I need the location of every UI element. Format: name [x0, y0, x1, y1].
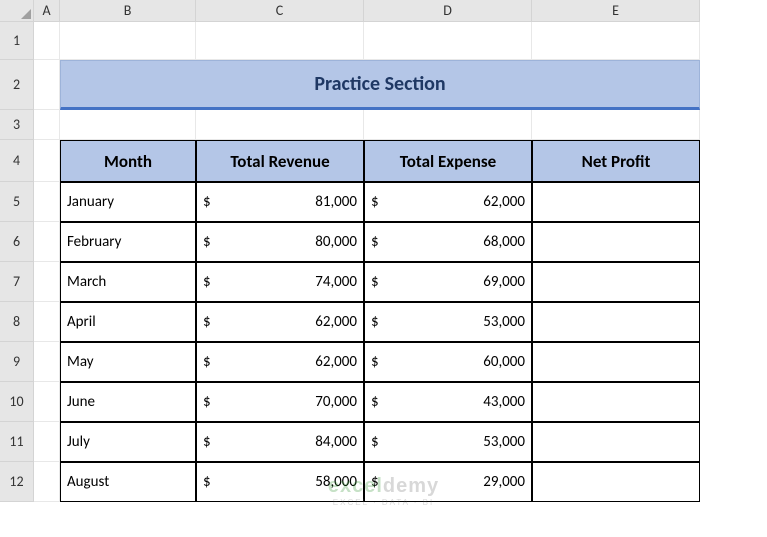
- row-header-3[interactable]: 3: [0, 110, 34, 140]
- cell-revenue-1[interactable]: $80,000: [196, 222, 364, 262]
- cell-profit-7[interactable]: [532, 462, 700, 502]
- cell-expense-2[interactable]: $69,000: [364, 262, 532, 302]
- cell-expense-6[interactable]: $53,000: [364, 422, 532, 462]
- row-header-11[interactable]: 11: [0, 422, 34, 462]
- cell-profit-6[interactable]: [532, 422, 700, 462]
- currency-symbol: $: [203, 273, 211, 291]
- cell-profit-5[interactable]: [532, 382, 700, 422]
- row-header-12[interactable]: 12: [0, 462, 34, 502]
- cell-expense-0[interactable]: $62,000: [364, 182, 532, 222]
- col-header-B[interactable]: B: [60, 0, 196, 22]
- cell-expense-5[interactable]: $43,000: [364, 382, 532, 422]
- row-header-7[interactable]: 7: [0, 262, 34, 302]
- cell-expense-3[interactable]: $53,000: [364, 302, 532, 342]
- row-header-4[interactable]: 4: [0, 140, 34, 182]
- cell-expense-7[interactable]: $29,000: [364, 462, 532, 502]
- currency-symbol: $: [203, 233, 211, 251]
- cell-A7[interactable]: [34, 262, 60, 302]
- cell-r3-c4[interactable]: [364, 110, 532, 140]
- cell-month-2[interactable]: March: [60, 262, 196, 302]
- cell-profit-3[interactable]: [532, 302, 700, 342]
- cell-A1[interactable]: [34, 22, 60, 60]
- cell-r3-c3[interactable]: [196, 110, 364, 140]
- currency-symbol: $: [203, 393, 211, 411]
- cell-profit-4[interactable]: [532, 342, 700, 382]
- cell-A6[interactable]: [34, 222, 60, 262]
- currency-symbol: $: [371, 313, 379, 331]
- cell-revenue-5[interactable]: $70,000: [196, 382, 364, 422]
- cell-r3-c5[interactable]: [532, 110, 700, 140]
- cell-month-7[interactable]: August: [60, 462, 196, 502]
- currency-symbol: $: [371, 473, 379, 491]
- col-header-D[interactable]: D: [364, 0, 532, 22]
- col-header-A[interactable]: A: [34, 0, 60, 22]
- cell-month-0[interactable]: January: [60, 182, 196, 222]
- row-header-10[interactable]: 10: [0, 382, 34, 422]
- currency-symbol: $: [371, 273, 379, 291]
- select-all-corner[interactable]: [0, 0, 34, 22]
- cell-A5[interactable]: [34, 182, 60, 222]
- cell-expense-1[interactable]: $68,000: [364, 222, 532, 262]
- currency-symbol: $: [371, 353, 379, 371]
- cell-r1-c4[interactable]: [364, 22, 532, 60]
- currency-symbol: $: [203, 353, 211, 371]
- cell-A2[interactable]: [34, 60, 60, 110]
- cell-r1-c5[interactable]: [532, 22, 700, 60]
- cell-A8[interactable]: [34, 302, 60, 342]
- cell-A11[interactable]: [34, 422, 60, 462]
- cell-month-5[interactable]: June: [60, 382, 196, 422]
- cell-month-4[interactable]: May: [60, 342, 196, 382]
- cell-revenue-3[interactable]: $62,000: [196, 302, 364, 342]
- header-revenue[interactable]: Total Revenue: [196, 140, 364, 182]
- cell-revenue-6[interactable]: $84,000: [196, 422, 364, 462]
- cell-month-6[interactable]: July: [60, 422, 196, 462]
- currency-symbol: $: [371, 193, 379, 211]
- cell-A9[interactable]: [34, 342, 60, 382]
- currency-symbol: $: [203, 313, 211, 331]
- cell-A10[interactable]: [34, 382, 60, 422]
- cell-A12[interactable]: [34, 462, 60, 502]
- row-header-9[interactable]: 9: [0, 342, 34, 382]
- currency-symbol: $: [203, 193, 211, 211]
- row-header-1[interactable]: 1: [0, 22, 34, 60]
- cell-r1-c2[interactable]: [60, 22, 196, 60]
- cell-revenue-4[interactable]: $62,000: [196, 342, 364, 382]
- cell-revenue-7[interactable]: $58,000: [196, 462, 364, 502]
- cell-month-3[interactable]: April: [60, 302, 196, 342]
- cell-A4[interactable]: [34, 140, 60, 182]
- row-header-5[interactable]: 5: [0, 182, 34, 222]
- currency-symbol: $: [371, 233, 379, 251]
- header-expense[interactable]: Total Expense: [364, 140, 532, 182]
- row-header-2[interactable]: 2: [0, 60, 34, 110]
- cell-r1-c3[interactable]: [196, 22, 364, 60]
- row-header-8[interactable]: 8: [0, 302, 34, 342]
- cell-expense-4[interactable]: $60,000: [364, 342, 532, 382]
- cell-revenue-0[interactable]: $81,000: [196, 182, 364, 222]
- currency-symbol: $: [371, 433, 379, 451]
- cell-profit-0[interactable]: [532, 182, 700, 222]
- header-month[interactable]: Month: [60, 140, 196, 182]
- col-header-C[interactable]: C: [196, 0, 364, 22]
- cell-profit-2[interactable]: [532, 262, 700, 302]
- col-header-E[interactable]: E: [532, 0, 700, 22]
- header-profit[interactable]: Net Profit: [532, 140, 700, 182]
- currency-symbol: $: [371, 393, 379, 411]
- row-header-6[interactable]: 6: [0, 222, 34, 262]
- title-cell[interactable]: Practice Section: [60, 60, 700, 110]
- cell-month-1[interactable]: February: [60, 222, 196, 262]
- cell-r3-c2[interactable]: [60, 110, 196, 140]
- currency-symbol: $: [203, 473, 211, 491]
- cell-A3[interactable]: [34, 110, 60, 140]
- cell-profit-1[interactable]: [532, 222, 700, 262]
- currency-symbol: $: [203, 433, 211, 451]
- page-title: Practice Section: [314, 72, 445, 96]
- cell-revenue-2[interactable]: $74,000: [196, 262, 364, 302]
